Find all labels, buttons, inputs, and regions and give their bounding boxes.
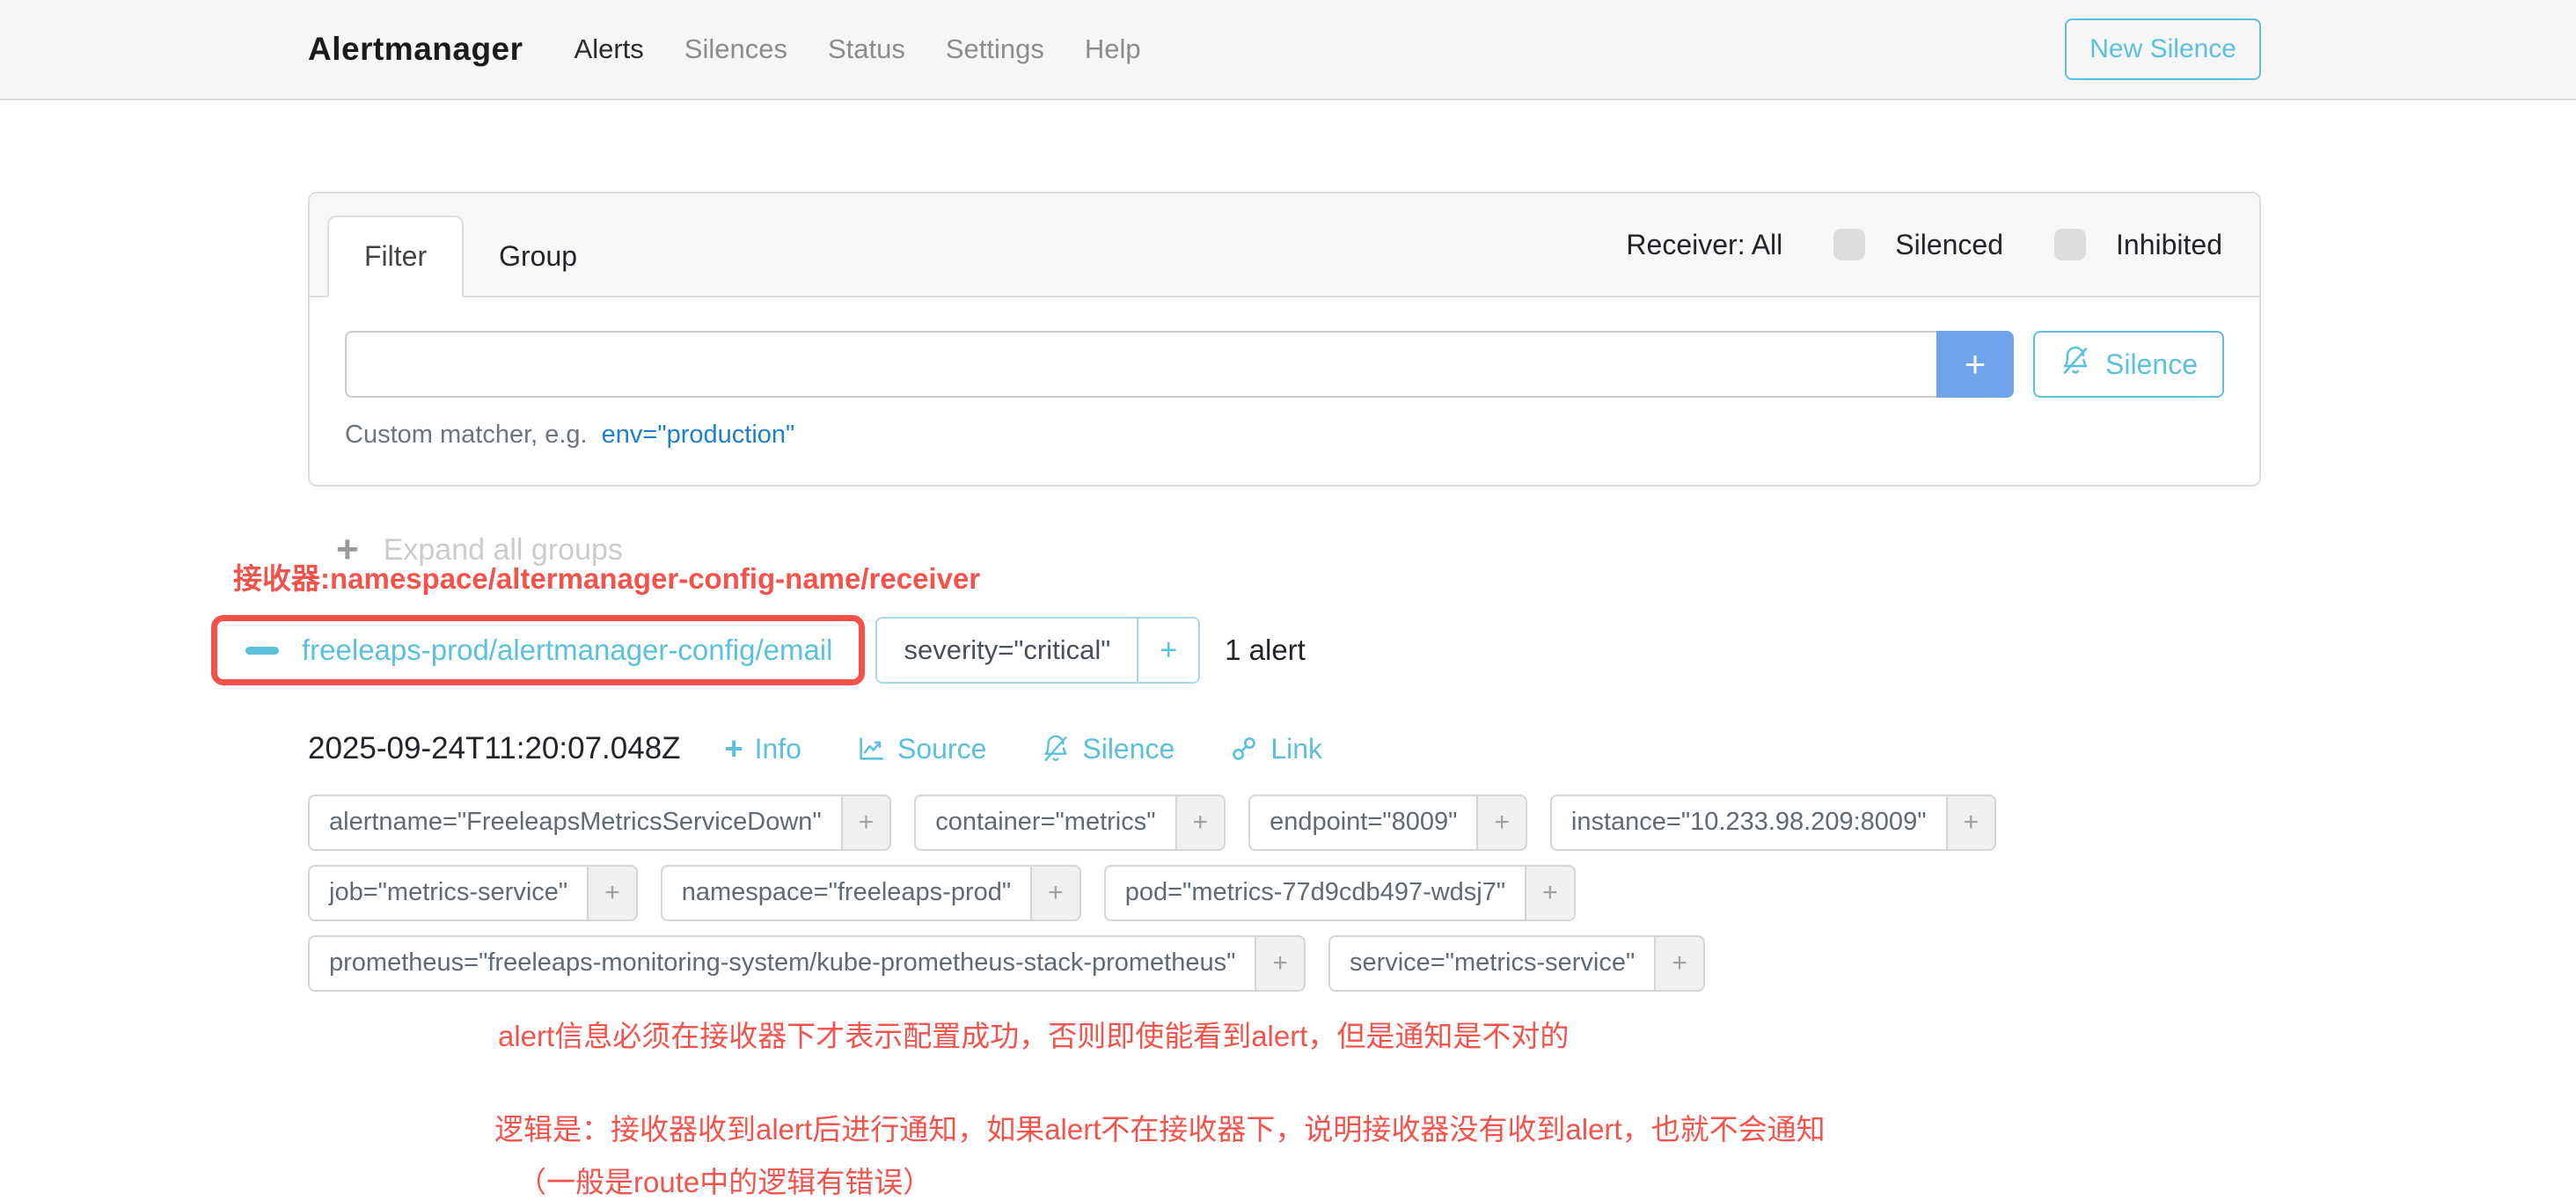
matcher-example-link[interactable]: env="production"	[602, 421, 795, 450]
label-add-button[interactable]: +	[841, 795, 892, 851]
label-container: container="metrics" +	[914, 795, 1226, 851]
silenced-checkbox[interactable]	[1833, 229, 1865, 260]
alert-detail: 2025-09-24T11:20:07.048Z + Info Source	[308, 731, 2261, 992]
label-text: prometheus="freeleaps-monitoring-system/…	[308, 935, 1255, 992]
group-receiver-link[interactable]: freeleaps-prod/alertmanager-config/email	[245, 633, 832, 667]
matcher-input[interactable]	[345, 331, 1936, 398]
label-alertname: alertname="FreeleapsMetricsServiceDown" …	[308, 795, 891, 851]
tab-group[interactable]: Group	[464, 217, 612, 296]
alert-actions: + Info Source	[725, 733, 1322, 765]
source-button-label: Source	[897, 733, 986, 765]
label-add-button[interactable]: +	[1030, 865, 1081, 921]
label-text: namespace="freeleaps-prod"	[661, 865, 1030, 921]
label-text: instance="10.233.98.209:8009"	[1550, 795, 1946, 851]
main-content: Filter Group Receiver: All Silenced Inhi…	[0, 192, 2576, 1201]
label-add-button[interactable]: +	[1946, 795, 1997, 851]
label-endpoint: endpoint="8009" +	[1248, 795, 1527, 851]
nav-item-settings[interactable]: Settings	[946, 33, 1044, 65]
custom-matcher-hint: Custom matcher, e.g.	[345, 421, 588, 450]
silence-alert-button[interactable]: Silence	[1041, 733, 1175, 765]
add-matcher-button[interactable]: +	[1936, 331, 2014, 398]
annotation-line-3: （一般是route中的逻辑有错误）	[517, 1159, 2261, 1201]
label-add-button[interactable]: +	[1175, 795, 1226, 851]
bell-slash-icon	[1041, 734, 1071, 764]
filter-card-body: + Silence Custom matcher, e.g. env="prod…	[310, 297, 2259, 485]
label-namespace: namespace="freeleaps-prod" +	[661, 865, 1081, 921]
annotation-line-2: 逻辑是：接收器收到alert后进行通知，如果alert不在接收器下，说明接收器没…	[494, 1106, 2261, 1148]
filter-card: Filter Group Receiver: All Silenced Inhi…	[308, 192, 2261, 487]
info-button-label: Info	[755, 733, 801, 765]
label-service: service="metrics-service" +	[1328, 935, 1705, 992]
navbar: Alertmanager Alerts Silences Status Sett…	[0, 0, 2576, 100]
label-add-button[interactable]: +	[1654, 935, 1705, 992]
silence-from-filter-button[interactable]: Silence	[2033, 331, 2224, 398]
label-instance: instance="10.233.98.209:8009" +	[1550, 795, 1996, 851]
label-text: service="metrics-service"	[1328, 935, 1654, 992]
tab-filter[interactable]: Filter	[327, 216, 464, 297]
bell-slash-icon	[2060, 345, 2091, 384]
plus-icon: +	[725, 733, 743, 765]
filter-tabs: Filter Group	[327, 194, 612, 296]
label-text: container="metrics"	[914, 795, 1175, 851]
chart-line-icon	[856, 734, 886, 764]
link-icon	[1229, 734, 1259, 764]
source-button[interactable]: Source	[856, 733, 986, 765]
label-text: pod="metrics-77d9cdb497-wdsj7"	[1104, 865, 1525, 921]
silence-button-label: Silence	[2105, 348, 2198, 381]
nav-item-status[interactable]: Status	[828, 33, 905, 65]
new-silence-button[interactable]: New Silence	[2065, 18, 2261, 80]
minus-icon	[245, 647, 279, 655]
nav-item-help[interactable]: Help	[1085, 33, 1141, 65]
receiver-filter-label[interactable]: Receiver: All	[1626, 229, 1782, 261]
nav-item-alerts[interactable]: Alerts	[574, 33, 644, 65]
silenced-label: Silenced	[1895, 229, 2003, 261]
receiver-annotation-text: 接收器:namespace/altermanager-config-name/r…	[233, 555, 2261, 597]
filter-card-header: Filter Group Receiver: All Silenced Inhi…	[310, 194, 2259, 297]
label-add-button[interactable]: +	[1255, 935, 1306, 992]
group-receiver-name: freeleaps-prod/alertmanager-config/email	[302, 633, 832, 667]
label-add-button[interactable]: +	[587, 865, 638, 921]
label-prometheus: prometheus="freeleaps-monitoring-system/…	[308, 935, 1306, 992]
label-text: endpoint="8009"	[1248, 795, 1476, 851]
silence-alert-button-label: Silence	[1082, 733, 1175, 765]
filter-options: Receiver: All Silenced Inhibited	[1626, 194, 2222, 296]
label-text: alertname="FreeleapsMetricsServiceDown"	[308, 795, 841, 851]
group-key-chip: severity="critical" +	[875, 617, 1200, 684]
group-key-label[interactable]: severity="critical"	[877, 619, 1137, 682]
nav-item-silences[interactable]: Silences	[684, 33, 787, 65]
label-job: job="metrics-service" +	[308, 865, 638, 921]
alert-count: 1 alert	[1225, 633, 1306, 667]
inhibited-checkbox[interactable]	[2054, 229, 2086, 260]
annotation-line-1: alert信息必须在接收器下才表示配置成功，否则即使能看到alert，但是通知是…	[498, 1013, 2261, 1055]
label-add-button[interactable]: +	[1525, 865, 1576, 921]
alert-timestamp: 2025-09-24T11:20:07.048Z	[308, 731, 681, 766]
label-pod: pod="metrics-77d9cdb497-wdsj7" +	[1104, 865, 1576, 921]
link-button[interactable]: Link	[1229, 733, 1322, 765]
label-text: job="metrics-service"	[308, 865, 587, 921]
alert-labels: alertname="FreeleapsMetricsServiceDown" …	[308, 795, 2261, 992]
inhibited-label: Inhibited	[2116, 229, 2222, 261]
red-highlight-box: freeleaps-prod/alertmanager-config/email	[211, 615, 865, 685]
label-add-button[interactable]: +	[1476, 795, 1527, 851]
info-button[interactable]: + Info	[725, 733, 801, 765]
app-brand: Alertmanager	[308, 31, 523, 68]
nav-links: Alerts Silences Status Settings Help	[574, 33, 1141, 65]
alert-group-row: freeleaps-prod/alertmanager-config/email…	[211, 615, 2261, 685]
group-key-add-button[interactable]: +	[1137, 619, 1198, 682]
link-button-label: Link	[1270, 733, 1322, 765]
